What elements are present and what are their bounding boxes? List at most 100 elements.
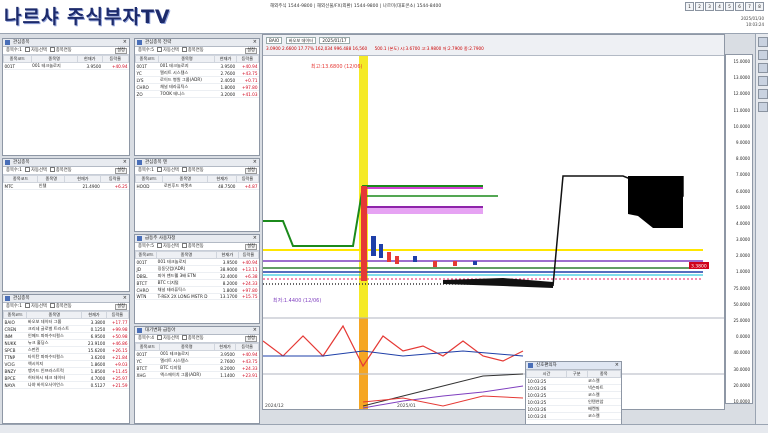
tool-button-icon[interactable] — [758, 37, 768, 47]
close-icon[interactable]: × — [123, 295, 127, 302]
table-cell: 엑스에이치 그룹(ADR) — [159, 371, 215, 379]
table-row[interactable]: DBSL 피어 밴드웰 3배 ETN 32.4000 +6.38 — [135, 272, 259, 280]
screen-button-8[interactable]: 8 — [755, 2, 764, 11]
table-row[interactable]: WTN T-REX 2X LONG MSTR D 13.1700 +15.75 — [135, 293, 259, 301]
table-row[interactable]: 10:03:26 넥슨파트 — [526, 384, 621, 392]
close-icon[interactable]: × — [123, 39, 127, 46]
table-row[interactable]: BTCT BTC 디지털 8.2000 +24.33 — [135, 279, 259, 287]
stock-table: 종목코드 종목명 현재가 등락율 001T 001 테크놀로지 3.9500 +40.94 YC… — [135, 55, 259, 98]
screen-button-1[interactable]: 1 — [685, 2, 694, 11]
price-chart[interactable]: 최고:13.6800 (12/06) 최저:1.4400 (12/06) 3.3… — [263, 56, 724, 410]
screen-button-4[interactable]: 4 — [715, 2, 724, 11]
axis-tick-label: 9.0000 — [736, 139, 750, 145]
close-icon[interactable]: × — [253, 327, 257, 334]
table-row[interactable]: CHRO 채널 테라퓨틱스 1.8000 +97.80 — [135, 83, 259, 91]
table-row[interactable]: BTCT BTC 디지털 8.2000 +24.33 — [135, 364, 259, 372]
table-row[interactable]: 001T 001 테크놀로지 3.9500 +40.94 — [3, 62, 129, 70]
link-checkbox[interactable] — [181, 167, 187, 172]
close-icon[interactable]: × — [253, 235, 257, 242]
table-cell: +50.98 — [106, 332, 129, 340]
tool-button-icon[interactable] — [758, 63, 768, 73]
table-row[interactable]: 10:03:25 코스켈 — [526, 377, 621, 385]
table-row[interactable]: LYS 로이드 병원 그룹(ADR) 2.4050 +0.71 — [135, 76, 259, 84]
table-row[interactable]: YC 엘리트 시스템스 2.7600 +43.75 — [135, 357, 259, 365]
screen-button-5[interactable]: 5 — [725, 2, 734, 11]
symbol-input[interactable]: BAIO — [266, 37, 283, 44]
table-row[interactable]: CREN 크리네 글로벌 트라스트 0.1250 +99.98 — [3, 325, 129, 333]
settings-button[interactable]: 설정 — [245, 48, 257, 54]
settings-button[interactable]: 설정 — [115, 304, 127, 310]
table-row[interactable]: CHRO 채널 테라퓨틱스 1.8000 +97.80 — [135, 286, 259, 294]
link-checkbox[interactable] — [49, 303, 55, 308]
brand-logo: 나르샤 주식부자TV — [4, 6, 171, 28]
auto-select-checkbox[interactable] — [157, 167, 163, 172]
auto-select-checkbox[interactable] — [157, 47, 163, 52]
col-header: 종목명 — [162, 175, 209, 183]
close-icon[interactable]: × — [123, 159, 127, 166]
auto-select-checkbox[interactable] — [25, 303, 31, 308]
auto-select-checkbox[interactable] — [25, 47, 31, 52]
settings-button[interactable]: 설정 — [245, 336, 257, 342]
chart-date-field[interactable]: 2025/01/17 — [319, 37, 350, 44]
table-cell: 15.6200 — [81, 346, 107, 354]
axis-tick-label: 75.0000 — [733, 285, 750, 291]
link-checkbox[interactable] — [181, 335, 187, 340]
col-header: 현재가 — [81, 311, 107, 319]
table-cell: 7OOK 테니스 — [158, 90, 215, 98]
link-checkbox[interactable] — [181, 243, 187, 248]
table-row[interactable]: SPCB 스펀린 15.6200 +26.15 — [3, 346, 129, 354]
table-row[interactable]: ZO 7OOK 테니스 3.2000 +41.03 — [135, 90, 259, 98]
auto-select-checkbox[interactable] — [25, 167, 31, 172]
table-row[interactable]: INM 인메드 파마수티컬스 6.9500 +50.98 — [3, 332, 129, 340]
settings-button[interactable]: 설정 — [115, 168, 127, 174]
tool-button-icon[interactable] — [758, 102, 768, 112]
close-icon[interactable]: × — [253, 159, 257, 166]
table-row[interactable]: BAIO 바오보 데이터 그룹 3.3800 +17.77 — [3, 318, 129, 326]
table-row[interactable]: HOOD 로빈후드 마켓츠 48.7500 +4.87 — [135, 182, 259, 190]
table-row[interactable]: BPCE 허터하시 테크 데이터 4.7000 +25.97 — [3, 374, 129, 382]
close-icon[interactable]: × — [253, 39, 257, 46]
close-icon[interactable]: × — [615, 362, 619, 369]
screen-button-2[interactable]: 2 — [695, 2, 704, 11]
auto-select-checkbox[interactable] — [157, 243, 163, 248]
table-cell: +25.97 — [106, 374, 129, 382]
link-checkbox[interactable] — [181, 47, 187, 52]
auto-select-checkbox[interactable] — [157, 335, 163, 340]
x-label-2: 2025/01 — [397, 403, 416, 409]
tool-button-icon[interactable] — [758, 76, 768, 86]
tool-button-icon[interactable] — [758, 50, 768, 60]
panel-toolbar: 종목수:1 자동선택 종목연동 설정 — [3, 303, 129, 311]
table-row[interactable]: 001T 001 테크놀로지 3.9500 +40.94 — [135, 62, 259, 70]
table-row[interactable]: BNZY 뱅가드 인프라스트럭 1.8500 +11.45 — [3, 367, 129, 375]
table-row[interactable]: NUKK 뉴크 홀딩스 23.9100 +46.86 — [3, 339, 129, 347]
table-row[interactable]: VCIG 엑시이지 1.8600 +9.03 — [3, 360, 129, 368]
table-row[interactable]: YC 엘리트 시스템스 2.7600 +43.75 — [135, 69, 259, 77]
link-checkbox[interactable] — [49, 47, 55, 52]
table-row[interactable]: TTNP 타이탄 파마수티컬스 3.6200 +21.84 — [3, 353, 129, 361]
table-row[interactable]: 10:03:26 배켄빌 — [526, 405, 621, 413]
x-label-1: 2024/12 — [265, 403, 284, 409]
table-cell: +43.75 — [236, 69, 259, 77]
table-cell: BTCT — [135, 364, 160, 372]
popup-table: 시간 구분 종목 10:03:25 코스켈 10:03:26 넥슨파트 10:03:25… — [526, 370, 621, 420]
panel-title: 관심종목 × — [3, 295, 129, 303]
link-checkbox[interactable] — [49, 167, 55, 172]
tool-button-icon[interactable] — [758, 89, 768, 99]
table-row[interactable]: XHG 엑스에이치 그룹(ADR) 1.1400 +23.91 — [135, 371, 259, 379]
settings-button[interactable]: 설정 — [245, 168, 257, 174]
settings-button[interactable]: 설정 — [245, 244, 257, 250]
table-row[interactable]: MTC 인텔 21.4900 +6.25 — [3, 182, 129, 190]
table-row[interactable]: 10:03:25 코스켈 — [526, 391, 621, 399]
table-row[interactable]: 001T 001 테크놀로지 3.9500 +40.94 — [135, 350, 259, 358]
table-row[interactable]: NAYA 나야 바이오사이언스 0.5127 +21.59 — [3, 381, 129, 389]
col-header: 등락율 — [101, 55, 129, 63]
table-row[interactable]: 001T 001 테크놀로지 3.9500 +40.94 — [135, 258, 259, 266]
table-cell: DBSL — [135, 272, 157, 280]
settings-button[interactable]: 설정 — [115, 48, 127, 54]
table-row[interactable]: 10:03:24 코스켈 — [526, 412, 621, 420]
screen-button-3[interactable]: 3 — [705, 2, 714, 11]
screen-button-7[interactable]: 7 — [745, 2, 754, 11]
table-row[interactable]: JD 징동닷컴(ADR) 38.9000 +13.11 — [135, 265, 259, 273]
table-row[interactable]: 10:03:25 인텐연암 — [526, 398, 621, 406]
screen-button-6[interactable]: 6 — [735, 2, 744, 11]
